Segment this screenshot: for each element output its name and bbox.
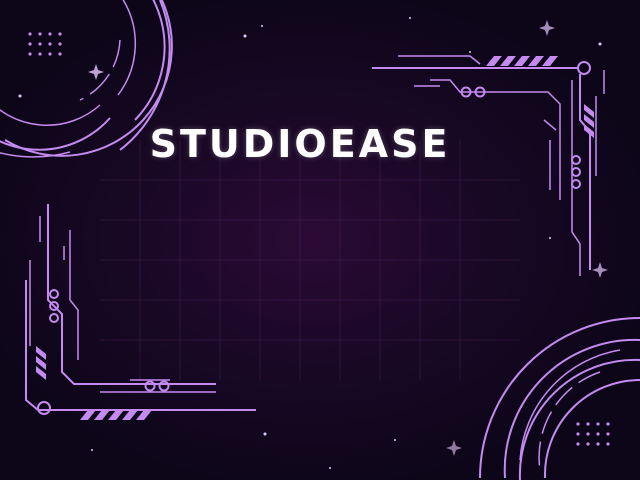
splash-screen: STUDIOEASE [0, 0, 640, 480]
brand-title: STUDIOEASE [149, 122, 451, 166]
circuit-trace-icon [25, 204, 256, 420]
